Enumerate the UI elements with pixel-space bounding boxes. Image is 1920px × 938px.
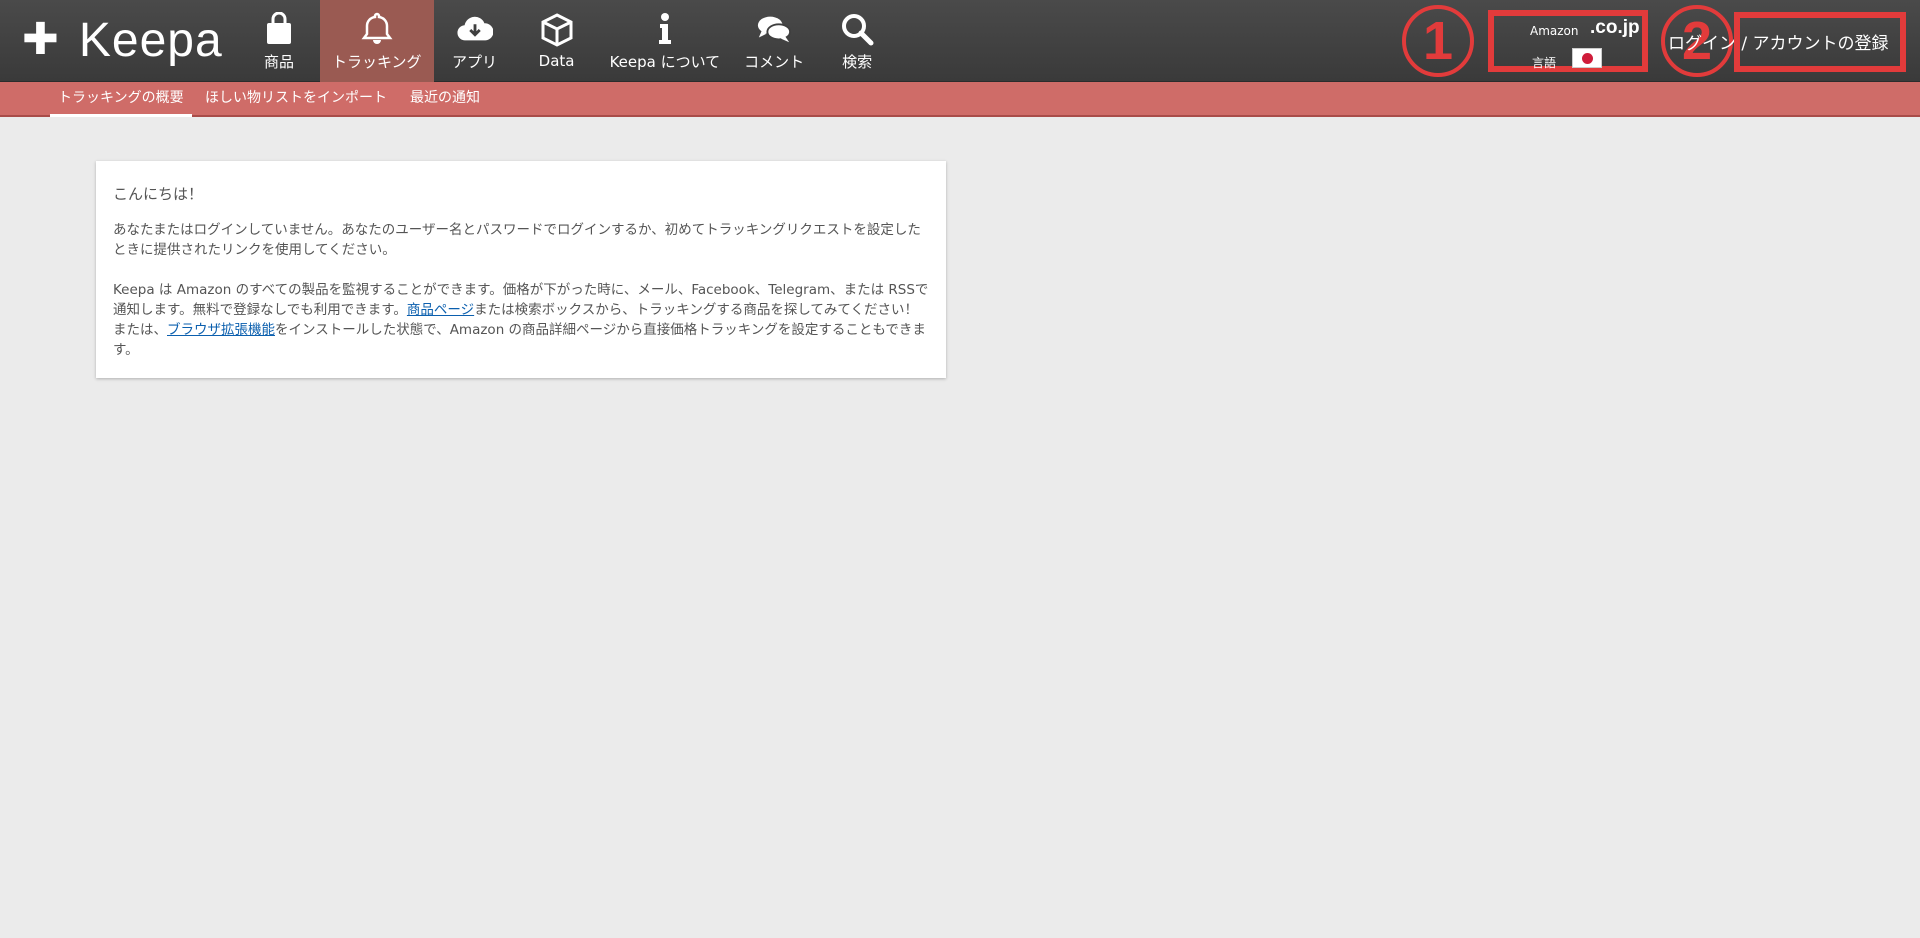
amazon-label: Amazon <box>1530 24 1579 38</box>
subnav-import-wishlist[interactable]: ほしい物リストをインポート <box>205 82 387 117</box>
comments-icon <box>756 11 792 47</box>
nav-label: Keepa について <box>609 52 721 71</box>
browser-extension-link[interactable]: ブラウザ拡張機能 <box>167 322 275 338</box>
annotation-highlight-box <box>1734 12 1906 72</box>
domain-label: .co.jp <box>1590 17 1640 38</box>
annotation-number-1: 1 <box>1402 5 1474 77</box>
keepa-logo[interactable]: ✚ Keepa <box>22 10 223 70</box>
nav-label: アプリ <box>452 52 498 71</box>
search-icon <box>839 11 875 47</box>
info-card: こんにちは！ あなたまたはログインしていません。あなたのユーザー名とパスワードで… <box>96 161 946 378</box>
logo-text: Keepa <box>78 13 223 67</box>
top-navigation-bar: ✚ Keepa 商品 トラッキング アプリ Data Keepa について コメ… <box>0 0 1920 82</box>
main-nav: 商品 トラッキング アプリ Data Keepa について コメント 検索 <box>238 0 898 82</box>
nav-label: Data <box>538 52 575 70</box>
nav-item-search[interactable]: 検索 <box>816 0 898 82</box>
sub-navigation-bar: トラッキングの概要 ほしい物リストをインポート 最近の通知 <box>0 82 1920 117</box>
japan-flag-icon[interactable] <box>1572 48 1602 68</box>
nav-item-apps[interactable]: アプリ <box>434 0 516 82</box>
nav-label: トラッキング <box>332 52 422 71</box>
cube-icon <box>539 12 575 48</box>
shopping-bag-icon <box>261 11 297 47</box>
product-page-link[interactable]: 商品ページ <box>407 302 474 318</box>
nav-item-about[interactable]: Keepa について <box>598 0 733 82</box>
subnav-tracking-overview[interactable]: トラッキングの概要 <box>50 82 192 117</box>
nav-label: 検索 <box>842 52 873 71</box>
bell-icon <box>359 11 395 47</box>
nav-item-products[interactable]: 商品 <box>238 0 320 82</box>
nav-label: コメント <box>744 52 805 71</box>
plus-icon: ✚ <box>22 14 59 65</box>
info-icon <box>647 11 683 47</box>
description-text: Keepa は Amazon のすべての製品を監視することができます。価格が下が… <box>113 280 929 360</box>
region-selector[interactable]: Amazon .co.jp 言語 <box>1488 10 1648 72</box>
login-notice-text: あなたまたはログインしていません。あなたのユーザー名とパスワードでログインするか… <box>113 222 921 258</box>
language-label: 言語 <box>1532 56 1557 70</box>
nav-item-data[interactable]: Data <box>516 0 598 82</box>
greeting-text: こんにちは！ <box>113 185 204 203</box>
nav-label: 商品 <box>263 52 294 71</box>
cloud-download-icon <box>457 11 493 47</box>
subnav-recent-notifications[interactable]: 最近の通知 <box>410 82 480 117</box>
nav-item-tracking[interactable]: トラッキング <box>320 0 434 82</box>
nav-item-comments[interactable]: コメント <box>732 0 816 82</box>
